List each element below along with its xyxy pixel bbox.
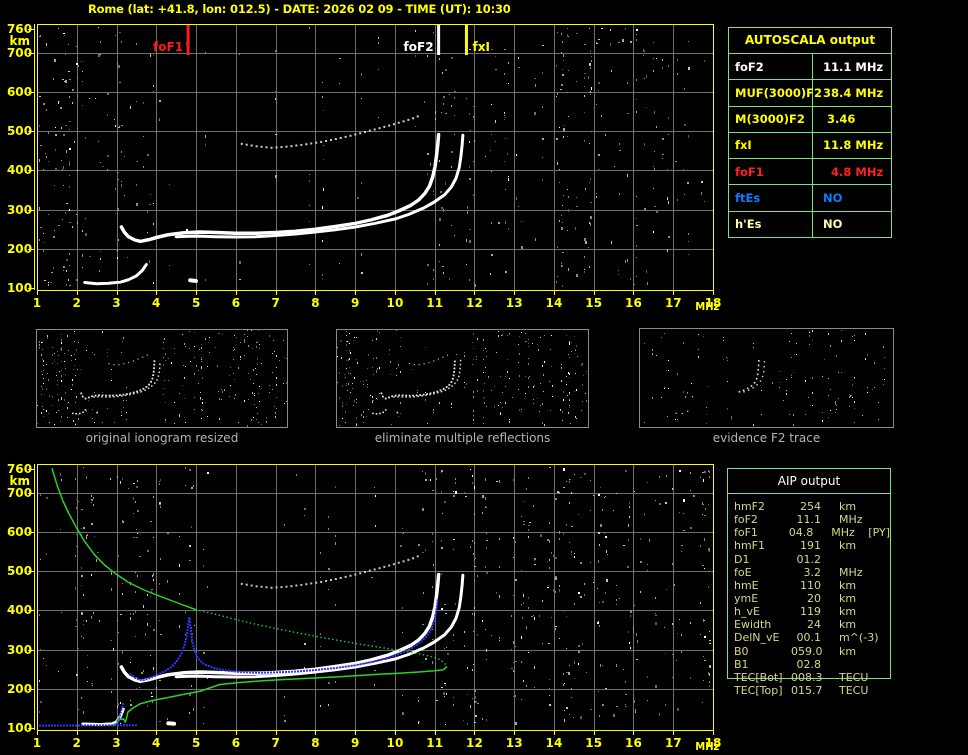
cell-label: DelN_vE (734, 631, 780, 645)
cell-value: 02.8 (796, 657, 822, 671)
cell-unit: MHz (839, 513, 863, 527)
cell-unit (839, 658, 873, 671)
cell-label: hmF1 (734, 539, 766, 553)
cell-value: 00.1 (796, 631, 822, 645)
table-row: fxI 11.8 MHz (729, 131, 891, 159)
table-row: foF2 11.1 MHz (728, 513, 890, 526)
cell-unit: km (839, 578, 857, 592)
thumbnail-caption: original ionogram resized (85, 431, 239, 445)
thumbnail-multiple-reflections-removed (336, 329, 589, 428)
table-body: hmF2 254 km foF2 11.1 MHz foF1 04.8 MHz [PY] hm… (728, 494, 890, 697)
cell-note: [PY] (868, 526, 890, 540)
table-row: TEC[Top] 015.7 TECU (728, 684, 890, 697)
cell-value: 015.7 (791, 683, 823, 697)
cell-value: 24 (807, 618, 821, 632)
cell-value: 3.2 (803, 565, 822, 579)
table-body: foF2 11.1 MHz MUF(3000)F2 38.4 MHz M(300… (729, 53, 891, 237)
cell-value: 4.8 MHz (823, 164, 884, 179)
cell-label: foF1 (729, 159, 813, 185)
cell-unit: km (839, 500, 857, 513)
cell-label: foF1 (734, 526, 758, 540)
table-row: ftEs NO (729, 184, 891, 211)
cell-label: foE (734, 565, 752, 579)
cell-value: 04.8 (788, 526, 814, 540)
table-row: foF1 4.8 MHz (729, 158, 891, 185)
table-row: B1 02.8 (728, 658, 890, 671)
table-row: h_vE 119 km (728, 605, 890, 618)
cell-label: h'Es (729, 211, 813, 237)
cell-value: 38.4 MHz (823, 85, 884, 100)
cell-unit: km (839, 591, 857, 605)
thumbnail-f2-trace-evidence (639, 328, 894, 428)
cell-value: 191 (800, 539, 821, 553)
cell-unit: km (839, 618, 857, 632)
table-row: hmE 110 km (728, 579, 890, 592)
page-title: Rome (lat: +41.8, lon: 012.5) - DATE: 20… (88, 2, 511, 16)
cell-unit (839, 553, 873, 566)
cell-value: 254 (800, 500, 821, 513)
thumbnail-caption: evidence F2 trace (712, 431, 821, 445)
cell-label: fxI (729, 132, 813, 159)
cell-value: 119 (800, 605, 821, 619)
cell-unit: TECU (839, 683, 869, 697)
cell-value: NO (823, 217, 843, 232)
cell-label: hmF2 (734, 500, 766, 513)
cell-unit: MHz (831, 526, 855, 540)
cell-value: 01.2 (796, 552, 822, 566)
cell-unit: km (839, 644, 857, 658)
table-row: TEC[Bot] 008.3 TECU (728, 671, 890, 684)
table-row: B0 059.0 km (728, 645, 890, 658)
cell-label: foF2 (729, 54, 813, 80)
table-title: AIP output (728, 469, 890, 494)
cell-unit: km (839, 605, 857, 619)
cell-label: foF2 (734, 513, 758, 527)
cell-label: TEC[Top] (734, 683, 783, 697)
thumbnail-caption: eliminate multiple reflections (374, 431, 551, 445)
cell-value: 11.1 MHz (823, 59, 884, 74)
table-row: DelN_vE 00.1 m^(-3) (728, 631, 890, 644)
cell-unit: km (839, 539, 857, 553)
cell-unit: m^(-3) (839, 631, 879, 645)
cell-unit: MHz (839, 565, 863, 579)
cell-value: 20 (807, 591, 821, 605)
cell-label: Ewidth (734, 618, 772, 632)
table-row: foE 3.2 MHz (728, 566, 890, 579)
cell-label: B1 (734, 657, 749, 671)
cell-label: M(3000)F2 (729, 106, 813, 132)
table-row: ymE 20 km (728, 592, 890, 605)
table-row: M(3000)F2 3.46 (729, 105, 891, 132)
cell-value: 110 (800, 578, 821, 592)
thumbnail-original-ionogram (36, 329, 288, 428)
aip-output-table: AIP output hmF2 254 km foF2 11.1 MHz foF1 04.… (727, 468, 891, 697)
table-row: foF2 11.1 MHz (729, 53, 891, 80)
cell-value: NO (823, 191, 843, 206)
cell-label: D1 (734, 552, 750, 566)
table-row: Ewidth 24 km (728, 618, 890, 631)
table-row: foF1 04.8 MHz [PY] (728, 526, 890, 539)
cell-label: ymE (734, 591, 759, 605)
cell-label: ftEs (729, 185, 813, 211)
cell-label: B0 (734, 644, 749, 658)
cell-value: 008.3 (791, 670, 823, 684)
table-row: hmF1 191 km (728, 539, 890, 552)
cell-value: 059.0 (791, 644, 823, 658)
profile-ionogram-canvas (0, 460, 728, 754)
autoscala-output-table: AUTOSCALA output foF2 11.1 MHz MUF(3000)… (728, 27, 892, 238)
table-row: D1 01.2 (728, 553, 890, 566)
table-row: MUF(3000)F2 38.4 MHz (729, 79, 891, 106)
cell-label: h_vE (734, 605, 760, 619)
table-row: hmF2 254 km (728, 500, 890, 513)
cell-unit: TECU (839, 670, 869, 684)
cell-label: MUF(3000)F2 (729, 80, 822, 106)
cell-label: TEC[Bot] (734, 670, 783, 684)
table-title: AUTOSCALA output (744, 33, 876, 47)
autoscala-window: Rome (lat: +41.8, lon: 012.5) - DATE: 20… (0, 0, 968, 755)
top-ionogram-canvas (0, 20, 728, 314)
cell-value: 11.1 (796, 513, 822, 527)
cell-label: hmE (734, 578, 759, 592)
table-row: h'Es NO (729, 210, 891, 237)
cell-value: 3.46 (823, 112, 856, 127)
cell-value: 11.8 MHz (823, 138, 884, 153)
